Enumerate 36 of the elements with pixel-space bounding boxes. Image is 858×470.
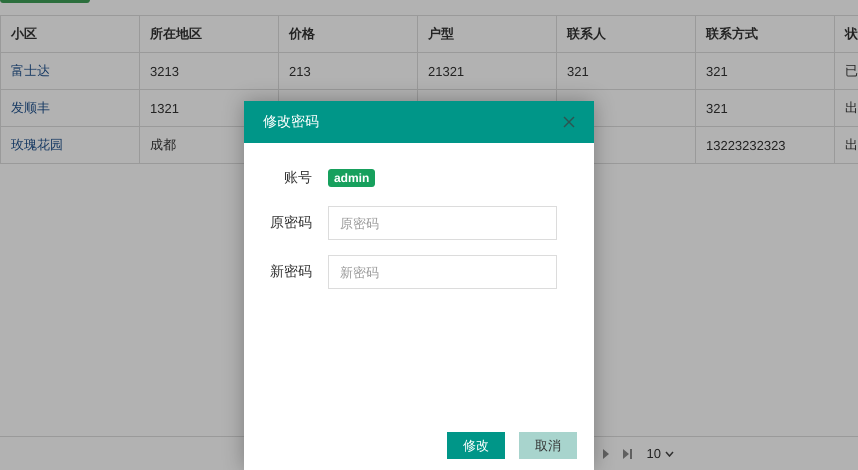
column-header: 户型 <box>418 16 556 52</box>
field-label: 新密码 <box>269 263 312 281</box>
table-cell: 3213 <box>150 64 179 78</box>
table-cell: 321 <box>706 100 728 116</box>
last-page-icon[interactable] <box>622 448 633 460</box>
table-cell: 13223232323 <box>706 138 786 152</box>
community-link[interactable]: 富士达 <box>11 63 50 78</box>
next-page-icon[interactable] <box>602 448 610 460</box>
table-cell: 出 <box>845 100 858 115</box>
table-cell: 1321 <box>150 100 179 116</box>
table-cell: 321 <box>706 64 728 78</box>
table-cell: 成都 <box>150 137 176 152</box>
column-header: 联系人 <box>556 16 696 52</box>
column-header: 价格 <box>278 16 418 52</box>
column-header: 状 <box>834 16 858 52</box>
caret-icon <box>665 450 674 456</box>
submit-button[interactable]: 修改 <box>447 432 505 459</box>
community-link[interactable]: 发顺丰 <box>11 100 50 115</box>
page-size-select[interactable]: 10 <box>644 444 676 463</box>
table-cell: 213 <box>289 64 311 78</box>
community-link[interactable]: 玫瑰花园 <box>11 137 63 152</box>
column-header: 联系方式 <box>696 16 834 52</box>
field-label: 账号 <box>283 169 312 187</box>
field-label: 原密码 <box>269 214 312 232</box>
password-field[interactable]: 原密码 <box>328 206 557 240</box>
column-header: 所在地区 <box>140 16 278 52</box>
table-cell: 321 <box>567 64 589 78</box>
dialog-title: 修改密码 <box>263 113 319 131</box>
table-cell: 21321 <box>428 64 464 78</box>
close-icon[interactable] <box>563 116 575 128</box>
cancel-button[interactable]: 取消 <box>519 432 577 459</box>
column-header: 小区 <box>0 16 140 52</box>
table-cell: 出 <box>845 137 858 152</box>
table-cell: 已 <box>845 63 858 78</box>
password-field[interactable]: 新密码 <box>328 255 557 289</box>
account-badge: admin <box>328 169 376 187</box>
